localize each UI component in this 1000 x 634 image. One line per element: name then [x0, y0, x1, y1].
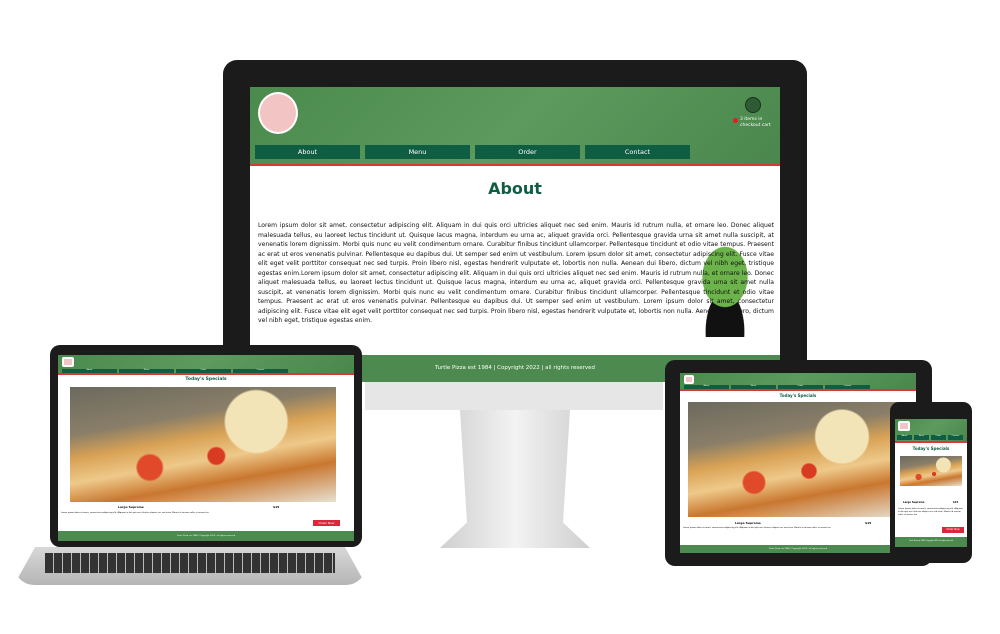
special-item: Large Supreme [903, 501, 925, 504]
laptop-screen: About Menu Order Contact Today's Special… [58, 355, 354, 541]
special-price: $15 [865, 521, 872, 525]
logo[interactable] [62, 357, 74, 367]
nav-contact[interactable]: Contact [585, 145, 690, 159]
site-header: About Menu Order Contact [895, 419, 967, 443]
site-header: About Menu Order Contact [680, 373, 916, 391]
phone: About Menu Order Contact Today's Special… [890, 402, 972, 563]
monitor-chin [365, 378, 663, 410]
special-description: Lorem ipsum dolor sit amet, consectetur … [683, 527, 832, 529]
nav-about[interactable]: About [255, 145, 360, 159]
pizza-image [688, 402, 908, 517]
site-header: 3 items in checkout cart About Menu Orde… [250, 87, 780, 166]
cart-text: 3 items in checkout cart [740, 117, 771, 128]
cart-turtle-icon[interactable] [745, 97, 761, 113]
site-header: About Menu Order Contact [58, 355, 354, 375]
nav-order[interactable]: Order [931, 435, 946, 440]
cart-badge [733, 118, 738, 123]
logo[interactable] [258, 92, 298, 134]
site-footer: Turtle Pizza est 1984 | Copyright 2022 |… [680, 545, 916, 553]
specials-title: Today's Specials [779, 393, 817, 398]
nav-contact[interactable]: Contact [233, 369, 288, 373]
special-price: $15 [273, 505, 280, 509]
nav-menu[interactable]: Menu [731, 385, 776, 389]
nav-menu[interactable]: Menu [119, 369, 174, 373]
special-price: $15 [953, 501, 959, 504]
nav-order[interactable]: Order [778, 385, 823, 389]
special-description: Lorem ipsum dolor sit amet, consectetur … [898, 508, 963, 516]
specials-title: Today's Specials [912, 446, 950, 451]
page-title: About [488, 179, 542, 198]
nav-contact[interactable]: Contact [948, 435, 963, 440]
nav-about[interactable]: About [897, 435, 912, 440]
main-nav: About Menu Order Contact [255, 145, 690, 159]
nav-contact[interactable]: Contact [825, 385, 870, 389]
special-item: Large Supreme [118, 505, 144, 509]
special-description: Lorem ipsum dolor sit amet, consectetur … [61, 512, 210, 514]
nav-order[interactable]: Order [475, 145, 580, 159]
special-item: Large Supreme [735, 521, 761, 525]
main-nav: About Menu Order Contact [684, 385, 870, 389]
nav-menu[interactable]: Menu [365, 145, 470, 159]
site-footer: Turtle Pizza est 1984 | Copyright 2022 |… [895, 537, 967, 547]
nav-about[interactable]: About [62, 369, 117, 373]
logo[interactable] [898, 421, 910, 431]
nav-order[interactable]: Order [176, 369, 231, 373]
pizza-image [900, 456, 962, 486]
order-now-button[interactable]: Order Now [313, 520, 340, 526]
tablet-screen: About Menu Order Contact Today's Special… [680, 373, 916, 553]
specials-title: Today's Specials [185, 377, 227, 382]
desktop-screen: 3 items in checkout cart About Menu Orde… [250, 87, 780, 382]
nav-about[interactable]: About [684, 385, 729, 389]
monitor: 3 items in checkout cart About Menu Orde… [223, 60, 807, 382]
about-text: Lorem ipsum dolor sit amet, consectetur … [258, 222, 774, 324]
logo[interactable] [684, 375, 694, 384]
order-now-button[interactable]: Order Now [942, 527, 964, 533]
pizza-image [70, 387, 336, 502]
site-footer: Turtle Pizza est 1984 | Copyright 2022 |… [58, 531, 354, 541]
main-nav: About Menu Order Contact [62, 369, 288, 373]
laptop-keyboard [45, 553, 335, 573]
phone-screen: About Menu Order Contact Today's Special… [895, 419, 967, 547]
nav-menu[interactable]: Menu [914, 435, 929, 440]
main-nav: About Menu Order Contact [897, 435, 963, 440]
laptop: About Menu Order Contact Today's Special… [50, 345, 362, 547]
